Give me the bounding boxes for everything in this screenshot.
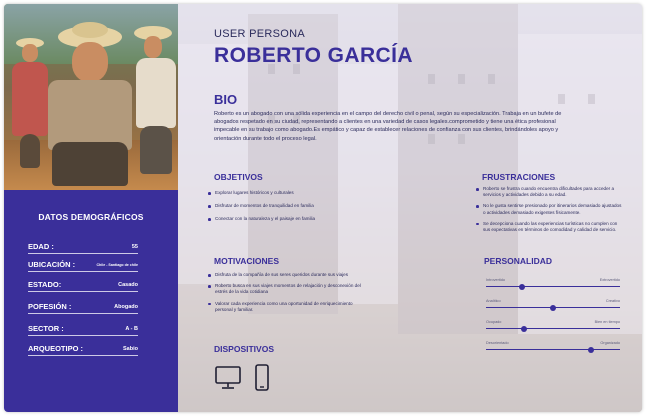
- personality-slider-busy-ontime: Ocupado Bien en tiempo: [486, 320, 620, 334]
- demographics-row-archetype: ARQUEOTIPO : Sabio: [28, 342, 138, 356]
- demographics-title: DATOS DEMOGRÁFICOS: [38, 212, 144, 222]
- slider-left-label: Introvertido: [486, 278, 505, 282]
- slider-right-label: Creativo: [605, 299, 620, 303]
- persona-eyebrow: USER PERSONA: [214, 28, 306, 40]
- list-item: Disfruta de la compañía de sus seres que…: [208, 272, 364, 278]
- persona-photo: [4, 4, 178, 190]
- list-item: Explorar lugares históricos y culturales: [208, 190, 408, 196]
- list-item: Conectar con la naturaleza y el paisaje …: [208, 216, 408, 222]
- slider-track: [486, 286, 620, 288]
- smartphone-icon: [255, 364, 269, 391]
- slider-left-label: Desorientado: [486, 341, 509, 345]
- list-item: Disfrutar de momentos de tranquilidad en…: [208, 203, 408, 209]
- status-value: Casado: [118, 282, 138, 288]
- demographics-row-location: UBICACIÓN : Chile - Santiago de chile: [28, 258, 138, 272]
- list-item: No le gusta sentirse presionado por itin…: [476, 203, 624, 215]
- slider-track: [486, 328, 620, 330]
- persona-name: ROBERTO GARCÍA: [214, 44, 413, 67]
- demographics-panel: DATOS DEMOGRÁFICOS EDAD : 55 UBICACIÓN :…: [4, 190, 178, 412]
- sector-value: A - B: [125, 326, 138, 332]
- motivations-title: MOTIVACIONES: [214, 256, 280, 266]
- demographics-row-status: ESTADO: Casado: [28, 278, 138, 292]
- demographics-row-profession: POFESIÓN : Abogado: [28, 300, 138, 314]
- status-label: ESTADO:: [28, 280, 62, 289]
- slider-knob: [550, 304, 556, 311]
- slider-right-label: Extrovertido: [599, 278, 620, 282]
- profession-label: POFESIÓN :: [28, 302, 72, 311]
- devices-title: DISPOSITIVOS: [214, 344, 274, 354]
- slider-knob: [519, 283, 526, 290]
- location-value: Chile - Santiago de chile: [96, 263, 138, 267]
- demographics-row-sector: SECTOR : A - B: [28, 322, 138, 336]
- motivations-list: Disfruta de la compañía de sus seres que…: [208, 272, 364, 313]
- desktop-monitor-icon: [215, 366, 241, 389]
- personality-slider-disoriented-organized: Desorientado Organizado: [486, 341, 620, 355]
- list-item: Valorar cada experiencia como una oportu…: [208, 301, 364, 313]
- sector-label: SECTOR :: [28, 324, 64, 333]
- personality-slider-analytic-creative: Analítico Creativo: [486, 299, 620, 313]
- objectives-list: Explorar lugares históricos y culturales…: [208, 190, 408, 223]
- frustrations-list: Roberto se frustra cuando encuentra difi…: [476, 186, 624, 233]
- slider-right-label: Organizado: [600, 341, 620, 345]
- slider-right-label: Bien en tiempo: [594, 320, 620, 324]
- bio-text: Roberto es un abogado con una sólida exp…: [214, 111, 562, 142]
- list-item: Roberto busca en sus viajes momentos de …: [208, 283, 364, 295]
- slider-knob: [587, 346, 594, 353]
- archetype-value: Sabio: [123, 346, 138, 352]
- objectives-title: OBJETIVOS: [214, 172, 263, 182]
- age-label: EDAD :: [28, 242, 54, 251]
- demographics-row-age: EDAD : 55: [28, 240, 138, 254]
- profession-value: Abogado: [114, 304, 138, 310]
- slider-left-label: Ocupado: [486, 320, 502, 324]
- list-item: Se decepciona cuando las experiencias tu…: [476, 221, 624, 233]
- list-item: Roberto se frustra cuando encuentra difi…: [476, 186, 624, 198]
- slider-knob: [520, 325, 527, 332]
- personality-title: PERSONALIDAD: [484, 256, 553, 266]
- location-label: UBICACIÓN :: [28, 260, 76, 269]
- bio-title: BIO: [214, 92, 238, 107]
- age-value: 55: [131, 244, 138, 250]
- frustrations-title: FRUSTRACIONES: [482, 172, 556, 182]
- slider-left-label: Analítico: [486, 299, 501, 303]
- archetype-label: ARQUEOTIPO :: [28, 344, 84, 353]
- persona-card: DATOS DEMOGRÁFICOS EDAD : 55 UBICACIÓN :…: [4, 4, 642, 412]
- slider-track: [486, 349, 620, 351]
- personality-slider-introvert-extrovert: Introvertido Extrovertido: [486, 278, 620, 292]
